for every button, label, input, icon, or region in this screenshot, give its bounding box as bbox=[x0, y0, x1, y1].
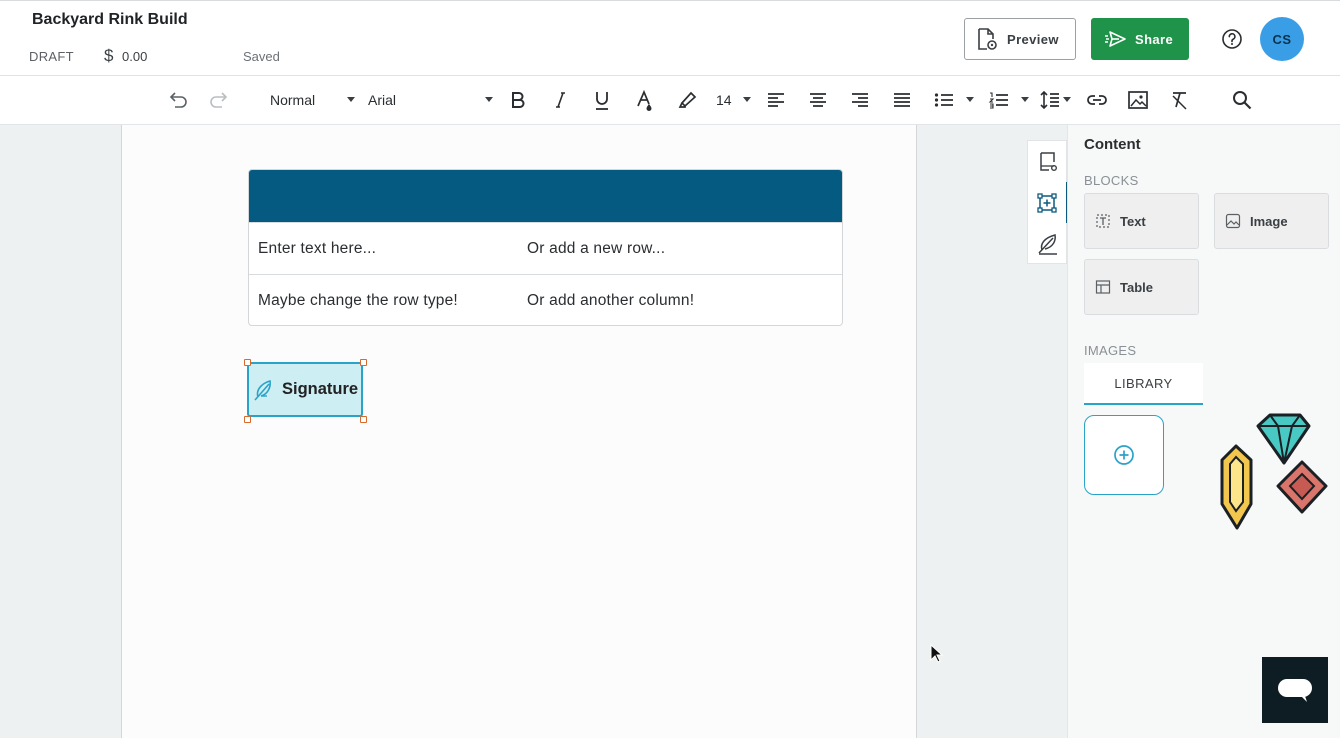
chevron-down-icon[interactable] bbox=[347, 97, 355, 102]
table-cell[interactable]: Or add another column! bbox=[527, 292, 694, 310]
blocks-heading: BLOCKS bbox=[1084, 173, 1139, 188]
panel-rail bbox=[1027, 140, 1068, 264]
block-label: Text bbox=[1120, 213, 1146, 229]
share-label: Share bbox=[1135, 31, 1174, 47]
chat-bubble-icon bbox=[1277, 675, 1313, 705]
line-spacing-icon[interactable] bbox=[1039, 88, 1061, 112]
bullet-list-icon[interactable] bbox=[933, 88, 955, 112]
resize-handle[interactable] bbox=[244, 359, 251, 366]
image-block-icon bbox=[1225, 213, 1241, 229]
chevron-down-icon[interactable] bbox=[1063, 97, 1071, 102]
table-row[interactable]: Maybe change the row type! Or add anothe… bbox=[249, 274, 842, 325]
mouse-pointer bbox=[930, 644, 944, 664]
preview-label: Preview bbox=[1007, 31, 1059, 47]
send-icon bbox=[1105, 30, 1127, 48]
content-table[interactable]: Enter text here... Or add a new row... M… bbox=[248, 169, 843, 326]
image-block-card[interactable]: Image bbox=[1214, 193, 1329, 249]
table-cell[interactable]: Maybe change the row type! bbox=[258, 292, 458, 310]
table-row[interactable]: Enter text here... Or add a new row... bbox=[249, 222, 842, 274]
text-block-card[interactable]: Text bbox=[1084, 193, 1199, 249]
link-icon[interactable] bbox=[1085, 88, 1109, 112]
document-amount: 0.00 bbox=[122, 49, 148, 64]
font-size-select[interactable]: 14 bbox=[716, 92, 732, 108]
table-cell[interactable]: Enter text here... bbox=[258, 240, 376, 258]
paragraph-style-select[interactable]: Normal bbox=[270, 92, 315, 108]
text-color-icon[interactable] bbox=[634, 88, 656, 112]
block-label: Table bbox=[1120, 279, 1153, 295]
signature-fields-tab[interactable] bbox=[1028, 223, 1068, 264]
undo-icon[interactable] bbox=[166, 88, 190, 112]
table-block-icon bbox=[1095, 279, 1111, 295]
search-icon[interactable] bbox=[1231, 88, 1253, 112]
feather-pen-icon bbox=[252, 377, 276, 403]
chevron-down-icon[interactable] bbox=[966, 97, 974, 102]
user-avatar[interactable]: CS bbox=[1260, 17, 1304, 61]
insert-image-icon[interactable] bbox=[1127, 88, 1149, 112]
share-button[interactable]: Share bbox=[1091, 18, 1189, 60]
align-left-icon[interactable] bbox=[765, 88, 787, 112]
align-justify-icon[interactable] bbox=[891, 88, 913, 112]
formatting-toolbar: Normal Arial 14 bbox=[0, 76, 1340, 125]
highlight-icon[interactable] bbox=[676, 88, 698, 112]
document-title[interactable]: Backyard Rink Build bbox=[32, 11, 188, 29]
document-settings-icon bbox=[1037, 151, 1059, 173]
resize-handle[interactable] bbox=[244, 416, 251, 423]
align-center-icon[interactable] bbox=[807, 88, 829, 112]
plus-circle-icon bbox=[1113, 444, 1135, 466]
resize-handle[interactable] bbox=[360, 416, 367, 423]
table-header-row[interactable] bbox=[249, 170, 842, 222]
help-icon[interactable] bbox=[1221, 28, 1243, 50]
document-status: DRAFT bbox=[29, 49, 74, 64]
table-block-card[interactable]: Table bbox=[1084, 259, 1199, 315]
content-blocks-tab[interactable] bbox=[1028, 182, 1068, 223]
signature-label: Signature bbox=[282, 380, 359, 398]
signature-block[interactable]: Signature bbox=[247, 362, 363, 417]
underline-icon[interactable] bbox=[591, 88, 613, 112]
feather-pen-icon bbox=[1036, 232, 1060, 256]
chevron-down-icon[interactable] bbox=[743, 97, 751, 102]
document-preview-icon bbox=[976, 27, 998, 51]
gems-illustration bbox=[1210, 412, 1340, 536]
document-page[interactable]: Enter text here... Or add a new row... M… bbox=[121, 125, 917, 738]
numbered-list-icon[interactable] bbox=[988, 88, 1010, 112]
app-header: Backyard Rink Build DRAFT $ 0.00 Saved P… bbox=[0, 0, 1340, 76]
add-image-button[interactable] bbox=[1084, 415, 1164, 495]
document-settings-tab[interactable] bbox=[1028, 141, 1068, 182]
align-right-icon[interactable] bbox=[849, 88, 871, 112]
block-label: Image bbox=[1250, 213, 1288, 229]
italic-icon[interactable] bbox=[550, 88, 570, 112]
chevron-down-icon[interactable] bbox=[485, 97, 493, 102]
currency-symbol: $ bbox=[104, 46, 114, 65]
content-panel: Content BLOCKS Text Image Table IMAGES L… bbox=[1067, 125, 1340, 738]
tab-library[interactable]: LIBRARY bbox=[1084, 363, 1203, 405]
chat-widget-button[interactable] bbox=[1262, 657, 1328, 723]
chevron-down-icon[interactable] bbox=[1021, 97, 1029, 102]
add-block-icon bbox=[1036, 192, 1058, 214]
images-heading: IMAGES bbox=[1084, 343, 1137, 358]
clear-formatting-icon[interactable] bbox=[1169, 88, 1191, 112]
table-cell[interactable]: Or add a new row... bbox=[527, 240, 665, 258]
save-status: Saved bbox=[243, 49, 280, 64]
preview-button[interactable]: Preview bbox=[964, 18, 1076, 60]
text-block-icon bbox=[1095, 213, 1111, 229]
font-family-select[interactable]: Arial bbox=[368, 92, 396, 108]
bold-icon[interactable] bbox=[507, 88, 529, 112]
panel-title: Content bbox=[1084, 136, 1141, 153]
redo-icon[interactable] bbox=[207, 88, 231, 112]
resize-handle[interactable] bbox=[360, 359, 367, 366]
